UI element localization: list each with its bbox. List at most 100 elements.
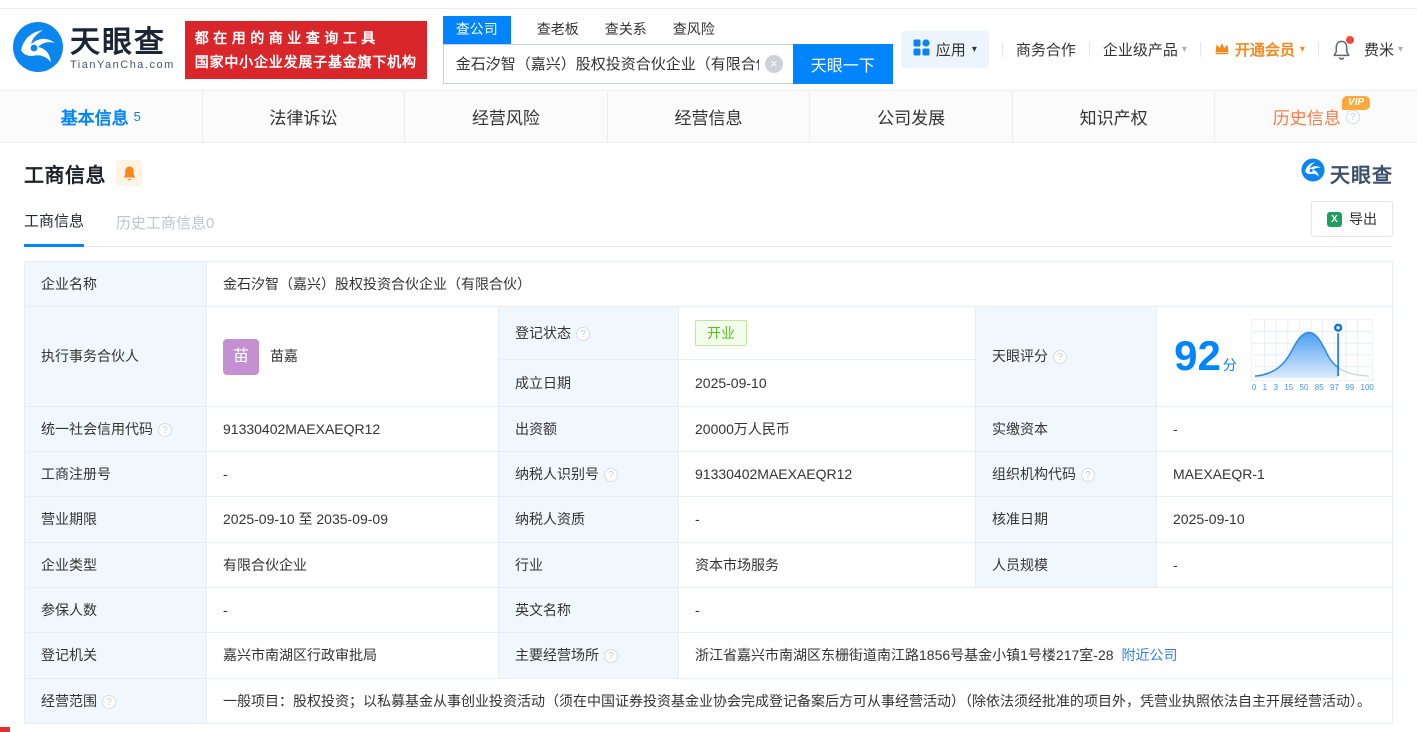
partner-label: 执行事务合伙人 <box>24 306 207 407</box>
username: 费米 <box>1363 42 1394 59</box>
company-type-value: 有限合伙企业 <box>206 541 499 589</box>
industry-value: 资本市场服务 <box>678 541 976 589</box>
apps-menu[interactable]: 应用 ▾ <box>900 31 989 68</box>
score-number: 92 <box>1174 332 1221 380</box>
credit-code-label: 统一社会信用代码? <box>24 405 207 453</box>
help-icon[interactable]: ? <box>1345 109 1360 124</box>
tab-legal-proceedings[interactable]: 法律诉讼 <box>203 91 406 142</box>
industry-label: 行业 <box>498 541 679 589</box>
tab-intellectual-property[interactable]: 知识产权 <box>1013 91 1216 142</box>
score-distribution-chart: 0 1 3 15 50 85 97 99 100 <box>1250 319 1375 394</box>
credit-code-value: 91330402MAEXAEQR12 <box>206 405 499 453</box>
search-input[interactable] <box>442 43 793 84</box>
establish-date-label: 成立日期 <box>498 359 679 407</box>
tab-basic-info[interactable]: 基本信息 5 <box>0 91 203 142</box>
help-icon[interactable]: ? <box>604 649 618 664</box>
page: 天眼查 TianYanCha.com 都在用的商业查询工具 国家中小企业发展子基… <box>0 0 1417 732</box>
apps-menu-label: 应用 <box>935 42 966 59</box>
bottom-red-strip <box>0 727 10 732</box>
business-info-table: 企业名称 金石汐智（嘉兴）股权投资合伙企业（有限合伙） 执行事务合伙人 苗 苗嘉… <box>24 260 1393 724</box>
tab-label: 基本信息 <box>60 109 129 128</box>
chevron-down-icon: ▾ <box>971 44 977 55</box>
search-tab-relation[interactable]: 查关系 <box>605 16 647 44</box>
tianyancha-logo-icon <box>12 21 64 78</box>
menu-business-cooperation[interactable]: 商务合作 <box>1016 39 1076 60</box>
search-tab-risk[interactable]: 查风险 <box>673 16 715 44</box>
export-button[interactable]: X 导出 <box>1311 201 1393 237</box>
score-label: 天眼评分? <box>975 306 1157 407</box>
company-name-value: 金石汐智（嘉兴）股权投资合伙企业（有限合伙） <box>206 260 1393 308</box>
approval-date-value: 2025-09-10 <box>1156 496 1393 543</box>
org-code-value: MAEXAEQR-1 <box>1156 451 1393 498</box>
table-row: 执行事务合伙人 苗 苗嘉 登记状态? 开业 天眼评分? 92 分 0 1 3 1… <box>24 306 1393 407</box>
subtab-history-business-info[interactable]: 历史工商信息0 <box>116 212 214 246</box>
table-row: 营业期限 2025-09-10 至 2035-09-09 纳税人资质 - 核准日… <box>24 496 1393 543</box>
reg-status-label: 登记状态? <box>498 306 679 361</box>
subtab-business-info[interactable]: 工商信息 <box>24 210 85 247</box>
divider <box>1001 42 1003 57</box>
menu-enterprise-products[interactable]: 企业级产品 ▾ <box>1103 39 1187 60</box>
top-strip <box>0 0 1417 9</box>
vip-badge: VIP <box>1341 96 1371 110</box>
help-icon[interactable]: ? <box>576 327 590 342</box>
main-content: 工商信息 天眼查 工商信息 历史工商信息0 X 导出 企业名称 金石汐智（嘉兴）… <box>0 158 1417 724</box>
partner-name-link[interactable]: 苗嘉 <box>270 346 298 366</box>
score-chart-ticks: 0 1 3 15 50 85 97 99 100 <box>1251 383 1374 393</box>
section-title: 工商信息 <box>24 164 106 187</box>
table-row: 工商注册号 - 纳税人识别号? 91330402MAEXAEQR12 组织机构代… <box>24 451 1393 498</box>
subscribe-bell-icon[interactable] <box>116 160 142 186</box>
capital-label: 出资额 <box>498 405 679 453</box>
slogan-banner: 都在用的商业查询工具 国家中小企业发展子基金旗下机构 <box>184 20 427 79</box>
tab-operation-risk[interactable]: 经营风险 <box>405 91 608 142</box>
english-name-value: - <box>678 587 1393 634</box>
tianyancha-logo[interactable]: 天眼查 TianYanCha.com <box>12 21 175 78</box>
chevron-down-icon: ▾ <box>1299 44 1305 55</box>
logo-title: 天眼查 <box>70 26 166 59</box>
apps-grid-icon <box>913 39 930 60</box>
reg-status-value: 开业 <box>678 306 976 361</box>
reg-authority-value: 嘉兴市南湖区行政审批局 <box>206 632 499 679</box>
table-row: 统一社会信用代码? 91330402MAEXAEQR12 出资额 20000万人… <box>24 405 1393 453</box>
table-row: 登记机关 嘉兴市南湖区行政审批局 主要经营场所? 浙江省嘉兴市南湖区东栅街道南江… <box>24 632 1393 679</box>
notification-red-dot <box>1345 36 1354 44</box>
divider <box>1088 42 1090 57</box>
tab-label: 公司发展 <box>877 109 946 128</box>
tab-operation-info[interactable]: 经营信息 <box>608 91 811 142</box>
search-button[interactable]: 天眼一下 <box>792 43 893 84</box>
divider <box>1199 42 1201 57</box>
search-tab-company[interactable]: 查公司 <box>442 15 511 44</box>
help-icon[interactable]: ? <box>1053 350 1067 365</box>
notifications-bell-icon[interactable] <box>1332 36 1354 60</box>
watermark-label: 天眼查 <box>1330 164 1393 187</box>
help-icon[interactable]: ? <box>604 468 618 483</box>
tab-history-info[interactable]: VIP 历史信息 ? <box>1215 91 1417 142</box>
score-value: 92 分 0 1 3 15 50 85 97 99 100 <box>1156 306 1393 407</box>
excel-icon: X <box>1327 211 1342 227</box>
help-icon[interactable]: ? <box>158 422 172 437</box>
tianyancha-watermark: 天眼查 <box>1301 158 1393 188</box>
table-row: 企业名称 金石汐智（嘉兴）股权投资合伙企业（有限合伙） <box>24 260 1393 308</box>
reg-authority-label: 登记机关 <box>24 632 207 679</box>
menu-user[interactable]: 费米 ▾ <box>1364 39 1403 60</box>
insured-value: - <box>206 587 499 634</box>
table-row: 经营范围? 一般项目：股权投资；以私募基金从事创业投资活动（须在中国证券投资基金… <box>24 677 1393 724</box>
help-icon[interactable]: ? <box>102 694 116 709</box>
top-menu: 应用 ▾ 商务合作 企业级产品 ▾ 开通会员 ▾ 费米 ▾ <box>900 31 1403 68</box>
slogan-line1: 都在用的商业查询工具 <box>194 29 380 46</box>
nearby-companies-link[interactable]: 附近公司 <box>1122 647 1178 663</box>
chevron-down-icon: ▾ <box>1181 44 1187 55</box>
menu-enterprise-label: 企业级产品 <box>1102 42 1178 59</box>
staff-size-label: 人员规模 <box>975 541 1157 589</box>
org-code-label: 组织机构代码? <box>975 451 1157 498</box>
english-name-label: 英文名称 <box>498 587 679 634</box>
menu-open-vip[interactable]: 开通会员 ▾ <box>1214 39 1305 60</box>
tab-company-development[interactable]: 公司发展 <box>810 91 1013 142</box>
help-icon[interactable]: ? <box>1081 468 1095 483</box>
clear-search-icon[interactable]: × <box>764 54 783 73</box>
score-unit: 分 <box>1222 357 1237 374</box>
business-term-label: 营业期限 <box>24 496 207 543</box>
reg-number-value: - <box>206 451 499 498</box>
capital-value: 20000万人民币 <box>678 405 976 453</box>
search-tab-boss[interactable]: 查老板 <box>537 16 579 44</box>
company-nav-tabs: 基本信息 5 法律诉讼 经营风险 经营信息 公司发展 知识产权 VIP 历史信息… <box>0 90 1417 143</box>
